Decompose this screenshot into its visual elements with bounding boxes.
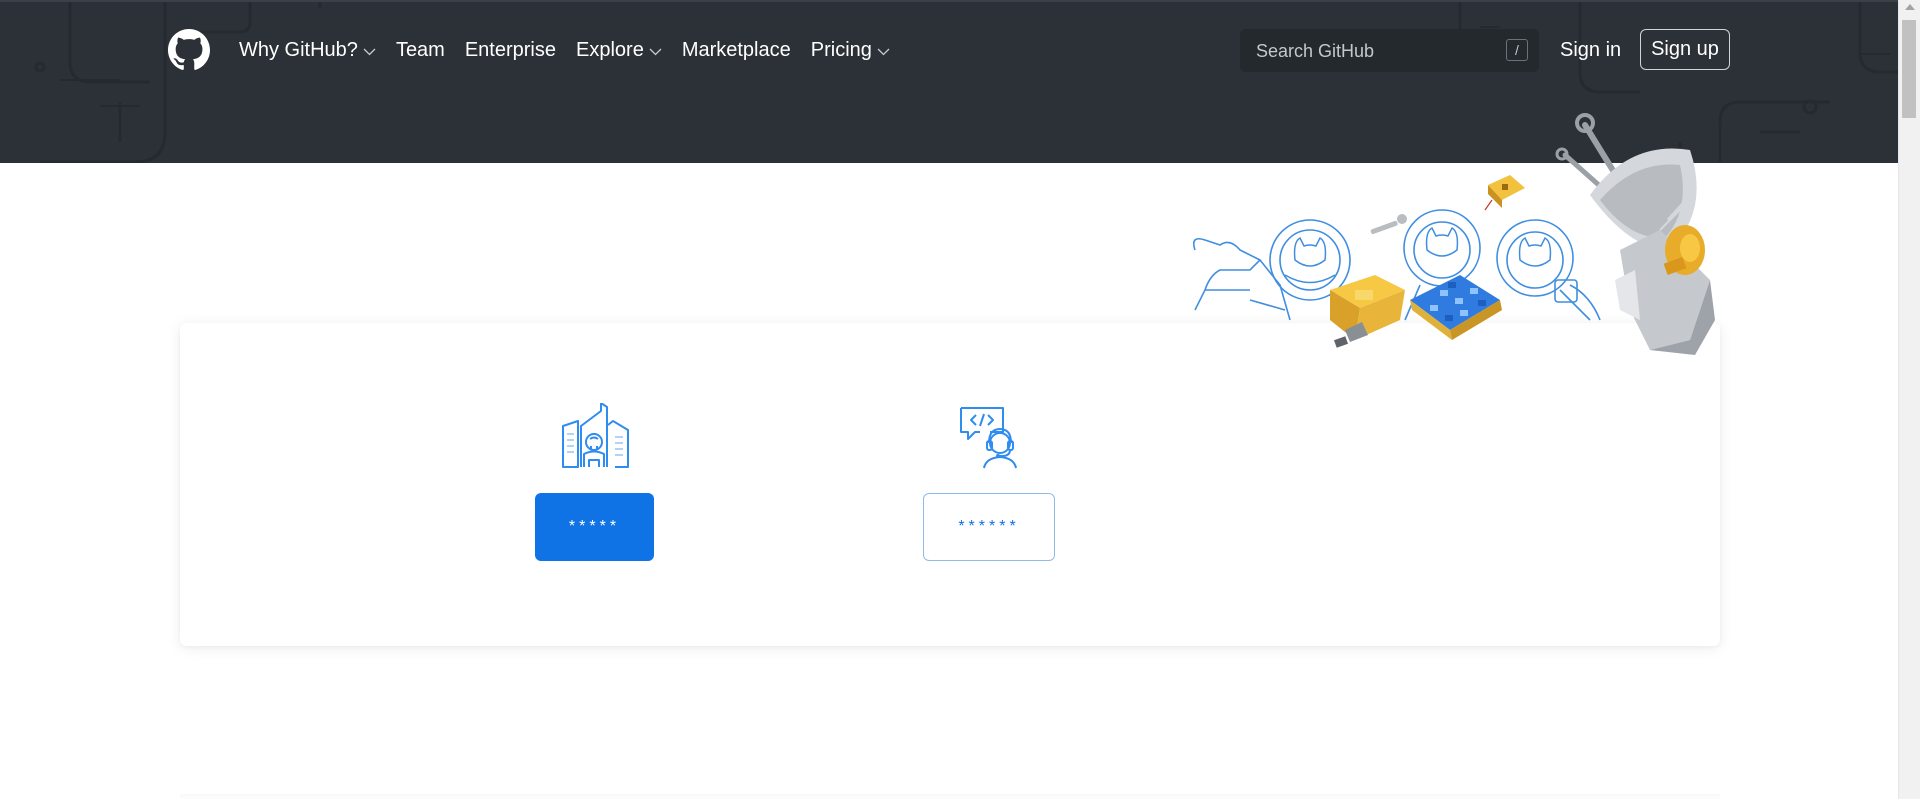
github-logo-icon[interactable] xyxy=(168,29,210,71)
nav-item-enterprise[interactable]: Enterprise xyxy=(465,38,556,62)
nav-item-explore[interactable]: Explore xyxy=(576,38,662,62)
support-option-button[interactable]: ****** xyxy=(923,493,1055,561)
vertical-scrollbar[interactable] xyxy=(1898,0,1920,799)
nav-label: Why GitHub? xyxy=(239,39,358,61)
search-input[interactable] xyxy=(1254,29,1498,74)
next-section-edge xyxy=(180,794,1720,799)
nav-label: Team xyxy=(395,39,445,61)
options-card xyxy=(180,323,1720,646)
enterprise-option-button[interactable]: ***** xyxy=(535,493,654,561)
enterprise-building-icon xyxy=(562,403,629,468)
main-nav: Why GitHub? Team Enterprise Explore Mark… xyxy=(239,38,910,62)
scrollbar-thumb[interactable] xyxy=(1902,20,1916,118)
search-shortcut-key: / xyxy=(1506,39,1528,61)
nav-label: Marketplace xyxy=(681,39,791,61)
scroll-up-arrow-icon[interactable] xyxy=(1905,4,1915,10)
nav-item-marketplace[interactable]: Marketplace xyxy=(682,38,791,62)
chevron-down-icon xyxy=(363,48,376,55)
chevron-down-icon xyxy=(649,48,662,55)
sign-in-link[interactable]: Sign in xyxy=(1560,38,1621,62)
nav-item-pricing[interactable]: Pricing xyxy=(811,38,890,62)
nav-label: Pricing xyxy=(810,39,872,61)
nav-label: Explore xyxy=(576,39,644,61)
chevron-down-icon xyxy=(877,48,890,55)
developer-support-icon xyxy=(960,407,1017,469)
nav-label: Enterprise xyxy=(464,39,556,61)
sign-up-button[interactable]: Sign up xyxy=(1640,29,1730,70)
search-box[interactable]: / xyxy=(1240,29,1539,74)
octocat-astronauts-illustration xyxy=(1192,113,1715,355)
nav-item-why-github[interactable]: Why GitHub? xyxy=(239,38,376,62)
nav-item-team[interactable]: Team xyxy=(396,38,445,62)
